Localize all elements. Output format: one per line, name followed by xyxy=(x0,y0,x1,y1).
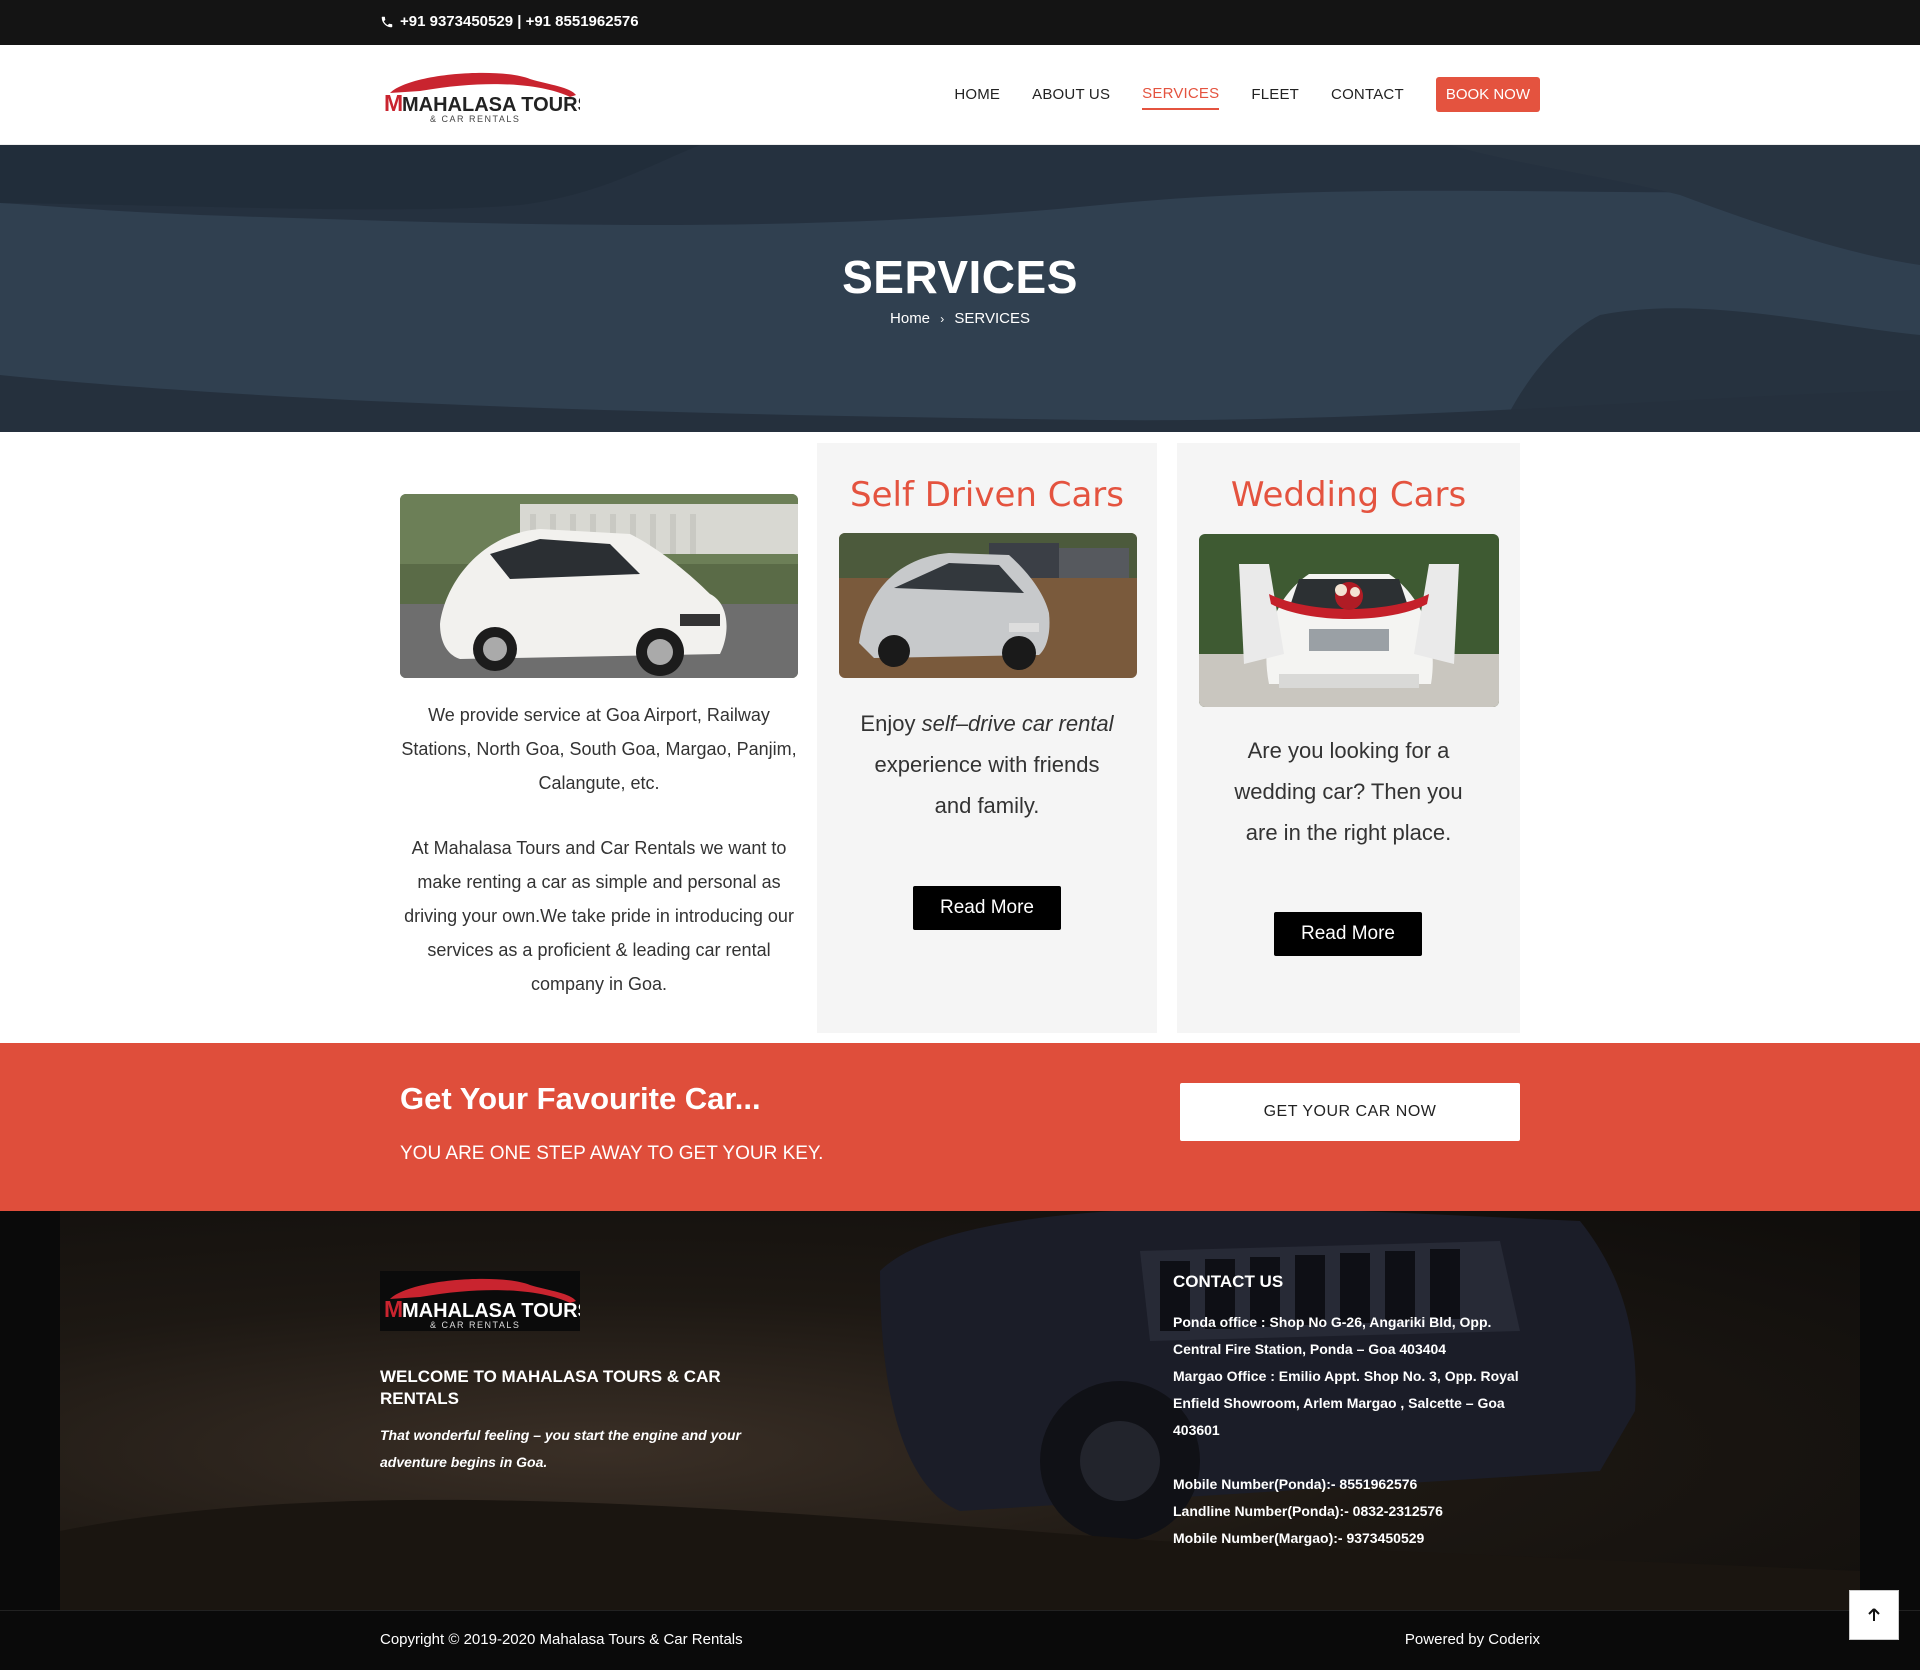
self-drive-car-photo xyxy=(839,533,1137,678)
jeep-image xyxy=(60,1211,1860,1610)
self-driven-card: Self Driven Cars Enjoy self–drive car re… xyxy=(817,443,1157,1033)
chevron-right-icon: › xyxy=(940,312,945,326)
logo-text: MAHALASA TOURS xyxy=(402,94,580,116)
breadcrumb: Home › SERVICES xyxy=(0,310,1920,327)
get-car-now-button[interactable]: GET YOUR CAR NOW xyxy=(1180,1083,1520,1141)
powered-by-link[interactable]: Powered by Coderix xyxy=(1405,1631,1540,1648)
wedding-cars-card: Wedding Cars Are you looking for a weddi… xyxy=(1177,443,1520,1033)
back-to-top-button[interactable] xyxy=(1849,1590,1899,1640)
svg-text:M: M xyxy=(384,1296,403,1322)
wedding-cars-title: Wedding Cars xyxy=(1230,475,1467,515)
footer-logo-text: MAHALASA TOURS xyxy=(402,1300,580,1322)
contact-details: Ponda office : Shop No G-26, Angariki Bl… xyxy=(1173,1309,1543,1552)
cta-banner: Get Your Favourite Car... YOU ARE ONE ST… xyxy=(0,1043,1920,1211)
wedding-read-more-button[interactable]: Read More xyxy=(1274,912,1422,956)
breadcrumb-current: SERVICES xyxy=(954,310,1030,327)
mobile-ponda[interactable]: Mobile Number(Ponda):- 8551962576 xyxy=(1173,1471,1543,1498)
page-hero: SERVICES Home › SERVICES xyxy=(0,145,1920,432)
breadcrumb-home[interactable]: Home xyxy=(890,310,930,327)
site-header: M MAHALASA TOURS & CAR RENTALS HOME ABOU… xyxy=(0,45,1920,145)
swift-car-photo xyxy=(400,494,798,678)
self-driven-read-more-button[interactable]: Read More xyxy=(913,886,1061,930)
arrow-up-icon xyxy=(1868,1608,1880,1621)
footer-tagline: That wonderful feeling – you start the e… xyxy=(380,1427,741,1470)
logo-subtext: & CAR RENTALS xyxy=(430,114,520,124)
bottom-bar: Copyright © 2019-2020 Mahalasa Tours & C… xyxy=(0,1610,1920,1670)
copyright-text: Copyright © 2019-2020 Mahalasa Tours & C… xyxy=(380,1631,743,1648)
self-driven-text-c: experience with friends and family. xyxy=(874,752,1100,818)
landline-ponda[interactable]: Landline Number(Ponda):- 0832-2312576 xyxy=(1173,1498,1543,1525)
cta-subtitle: YOU ARE ONE STEP AWAY TO GET YOUR KEY. xyxy=(400,1143,824,1164)
contact-heading: CONTACT US xyxy=(1173,1272,1284,1291)
phone-numbers[interactable]: +91 9373450529 | +91 8551962576 xyxy=(380,13,639,30)
self-driven-title: Self Driven Cars xyxy=(850,475,1124,515)
svg-text:M: M xyxy=(384,90,403,116)
ponda-office-address: Ponda office : Shop No G-26, Angariki Bl… xyxy=(1173,1314,1492,1357)
page-title: SERVICES xyxy=(842,251,1078,303)
nav-services[interactable]: SERVICES xyxy=(1142,79,1220,110)
self-driven-text-emphasis: self–drive car rental xyxy=(921,711,1114,736)
wedding-cars-text: Are you looking for a wedding car? Then … xyxy=(1234,738,1463,845)
cta-title: Get Your Favourite Car... xyxy=(400,1081,761,1116)
self-driven-text-a: Enjoy xyxy=(860,711,922,736)
phone-icon xyxy=(381,16,393,27)
wedding-car-photo xyxy=(1199,534,1499,707)
phone-text: +91 9373450529 | +91 8551962576 xyxy=(400,13,639,30)
nav-about[interactable]: ABOUT US xyxy=(1032,80,1110,109)
services-intro: We provide service at Goa Airport, Railw… xyxy=(400,443,798,1033)
nav-home[interactable]: HOME xyxy=(954,80,1000,109)
self-driven-text: Enjoy self–drive car rental experience w… xyxy=(857,703,1117,826)
nav-fleet[interactable]: FLEET xyxy=(1251,80,1299,109)
site-footer: M MAHALASA TOURS & CAR RENTALS WELCOME T… xyxy=(0,1211,1920,1610)
intro-paragraph-1: We provide service at Goa Airport, Railw… xyxy=(401,705,797,793)
footer-logo-subtext: & CAR RENTALS xyxy=(430,1320,520,1330)
mobile-margao[interactable]: Mobile Number(Margao):- 9373450529 xyxy=(1173,1525,1543,1552)
main-nav: HOME ABOUT US SERVICES FLEET CONTACT BOO… xyxy=(922,77,1540,112)
logo-graphic: M MAHALASA TOURS & CAR RENTALS xyxy=(384,72,591,124)
intro-paragraph-2: At Mahalasa Tours and Car Rentals we wan… xyxy=(404,838,794,994)
footer-welcome-heading: WELCOME TO MAHALASA TOURS & CAR RENTALS xyxy=(380,1367,721,1408)
book-now-button[interactable]: BOOK NOW xyxy=(1435,77,1540,112)
site-logo[interactable]: M MAHALASA TOURS & CAR RENTALS xyxy=(380,65,591,125)
footer-logo[interactable]: M MAHALASA TOURS & CAR RENTALS xyxy=(380,1271,591,1331)
margao-office-address: Margao Office : Emilio Appt. Shop No. 3,… xyxy=(1173,1368,1519,1438)
top-bar: +91 9373450529 | +91 8551962576 xyxy=(0,0,1920,45)
nav-contact[interactable]: CONTACT xyxy=(1331,80,1404,109)
footer-background xyxy=(60,1211,1860,1610)
